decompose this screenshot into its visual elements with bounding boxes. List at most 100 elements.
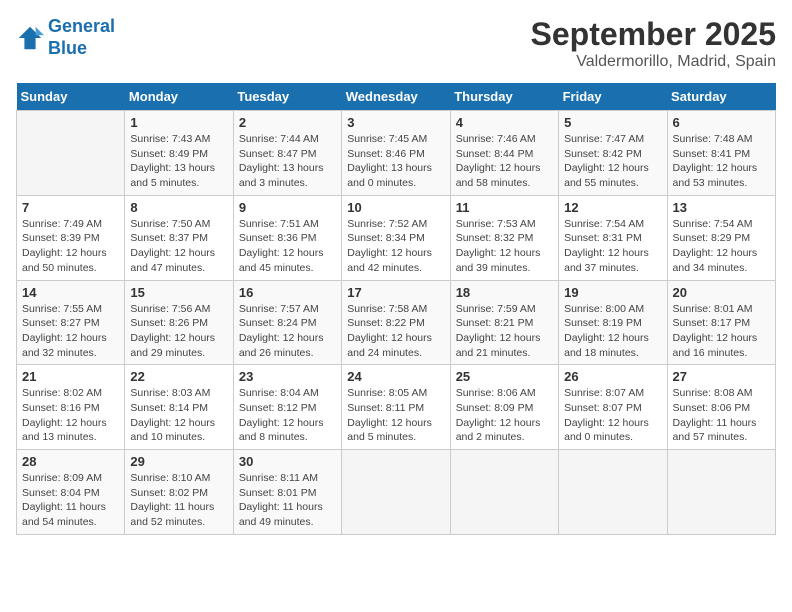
- day-number: 21: [22, 369, 119, 384]
- day-number: 30: [239, 454, 336, 469]
- day-number: 15: [130, 285, 227, 300]
- day-info: Sunrise: 8:08 AMSunset: 8:06 PMDaylight:…: [673, 386, 770, 445]
- day-info: Sunrise: 7:49 AMSunset: 8:39 PMDaylight:…: [22, 217, 119, 276]
- day-number: 5: [564, 115, 661, 130]
- calendar-cell: [450, 450, 558, 535]
- calendar-cell: 1Sunrise: 7:43 AMSunset: 8:49 PMDaylight…: [125, 111, 233, 196]
- calendar-cell: 29 Sunrise: 8:10 AMSunset: 8:02 PMDayligh…: [125, 450, 233, 535]
- day-info: Sunrise: 7:48 AMSunset: 8:41 PMDaylight:…: [673, 132, 770, 191]
- day-info: Sunrise: 8:11 AMSunset: 8:01 PMDaylight:…: [239, 471, 336, 530]
- day-info: Sunrise: 7:56 AMSunset: 8:26 PMDaylight:…: [130, 302, 227, 361]
- day-info: Sunrise: 7:57 AMSunset: 8:24 PMDaylight:…: [239, 302, 336, 361]
- calendar-cell: 30 Sunrise: 8:11 AMSunset: 8:01 PMDayligh…: [233, 450, 341, 535]
- day-number: 8: [130, 200, 227, 215]
- calendar-cell: [342, 450, 450, 535]
- calendar-cell: 28Sunrise: 8:09 AMSunset: 8:04 PMDayligh…: [17, 450, 125, 535]
- day-number: 3: [347, 115, 444, 130]
- calendar-table: SundayMondayTuesdayWednesdayThursdayFrid…: [16, 83, 776, 535]
- calendar-cell: 21 Sunrise: 8:02 AMSunset: 8:16 PMDayligh…: [17, 365, 125, 450]
- day-number: 10: [347, 200, 444, 215]
- day-number: 26: [564, 369, 661, 384]
- day-info: Sunrise: 8:03 AMSunset: 8:14 PMDaylight:…: [130, 386, 227, 445]
- calendar-week-3: 14 Sunrise: 7:55 AMSunset: 8:27 PMDayligh…: [17, 280, 776, 365]
- day-number: 2: [239, 115, 336, 130]
- weekday-header-thursday: Thursday: [450, 83, 558, 111]
- day-number: 22: [130, 369, 227, 384]
- day-number: 14: [22, 285, 119, 300]
- month-title: September 2025: [531, 16, 776, 53]
- logo-text: General Blue: [48, 16, 115, 59]
- day-info: Sunrise: 7:44 AMSunset: 8:47 PMDaylight:…: [239, 132, 336, 191]
- day-info: Sunrise: 7:54 AMSunset: 8:31 PMDaylight:…: [564, 217, 661, 276]
- calendar-cell: 9 Sunrise: 7:51 AMSunset: 8:36 PMDaylight…: [233, 195, 341, 280]
- day-number: 9: [239, 200, 336, 215]
- day-info: Sunrise: 7:55 AMSunset: 8:27 PMDaylight:…: [22, 302, 119, 361]
- calendar-cell: 23 Sunrise: 8:04 AMSunset: 8:12 PMDayligh…: [233, 365, 341, 450]
- calendar-cell: 16 Sunrise: 7:57 AMSunset: 8:24 PMDayligh…: [233, 280, 341, 365]
- weekday-header-monday: Monday: [125, 83, 233, 111]
- day-number: 11: [456, 200, 553, 215]
- calendar-cell: 27 Sunrise: 8:08 AMSunset: 8:06 PMDayligh…: [667, 365, 775, 450]
- calendar-cell: [17, 111, 125, 196]
- calendar-cell: [559, 450, 667, 535]
- day-info: Sunrise: 8:10 AMSunset: 8:02 PMDaylight:…: [130, 471, 227, 530]
- logo: General Blue: [16, 16, 115, 59]
- calendar-cell: 22 Sunrise: 8:03 AMSunset: 8:14 PMDayligh…: [125, 365, 233, 450]
- calendar-cell: 2 Sunrise: 7:44 AMSunset: 8:47 PMDaylight…: [233, 111, 341, 196]
- calendar-week-1: 1Sunrise: 7:43 AMSunset: 8:49 PMDaylight…: [17, 111, 776, 196]
- page-header: General Blue September 2025 Valdermorill…: [16, 16, 776, 71]
- day-number: 16: [239, 285, 336, 300]
- day-info: Sunrise: 7:46 AMSunset: 8:44 PMDaylight:…: [456, 132, 553, 191]
- day-info: Sunrise: 7:52 AMSunset: 8:34 PMDaylight:…: [347, 217, 444, 276]
- day-number: 17: [347, 285, 444, 300]
- title-block: September 2025 Valdermorillo, Madrid, Sp…: [531, 16, 776, 71]
- calendar-cell: 15 Sunrise: 7:56 AMSunset: 8:26 PMDayligh…: [125, 280, 233, 365]
- day-info: Sunrise: 8:00 AMSunset: 8:19 PMDaylight:…: [564, 302, 661, 361]
- logo-icon: [16, 24, 44, 52]
- day-number: 4: [456, 115, 553, 130]
- day-number: 12: [564, 200, 661, 215]
- weekday-header-tuesday: Tuesday: [233, 83, 341, 111]
- day-number: 1: [130, 115, 227, 130]
- calendar-cell: 11 Sunrise: 7:53 AMSunset: 8:32 PMDayligh…: [450, 195, 558, 280]
- day-info: Sunrise: 8:02 AMSunset: 8:16 PMDaylight:…: [22, 386, 119, 445]
- calendar-week-4: 21 Sunrise: 8:02 AMSunset: 8:16 PMDayligh…: [17, 365, 776, 450]
- day-number: 24: [347, 369, 444, 384]
- day-info: Sunrise: 7:54 AMSunset: 8:29 PMDaylight:…: [673, 217, 770, 276]
- calendar-cell: 26Sunrise: 8:07 AMSunset: 8:07 PMDayligh…: [559, 365, 667, 450]
- weekday-header-friday: Friday: [559, 83, 667, 111]
- calendar-cell: 4 Sunrise: 7:46 AMSunset: 8:44 PMDaylight…: [450, 111, 558, 196]
- calendar-cell: 13Sunrise: 7:54 AMSunset: 8:29 PMDayligh…: [667, 195, 775, 280]
- day-number: 28: [22, 454, 119, 469]
- day-info: Sunrise: 8:06 AMSunset: 8:09 PMDaylight:…: [456, 386, 553, 445]
- day-number: 19: [564, 285, 661, 300]
- day-info: Sunrise: 7:50 AMSunset: 8:37 PMDaylight:…: [130, 217, 227, 276]
- weekday-header-sunday: Sunday: [17, 83, 125, 111]
- day-info: Sunrise: 7:51 AMSunset: 8:36 PMDaylight:…: [239, 217, 336, 276]
- weekday-header-saturday: Saturday: [667, 83, 775, 111]
- calendar-cell: 18 Sunrise: 7:59 AMSunset: 8:21 PMDayligh…: [450, 280, 558, 365]
- day-number: 27: [673, 369, 770, 384]
- day-info: Sunrise: 7:59 AMSunset: 8:21 PMDaylight:…: [456, 302, 553, 361]
- day-number: 29: [130, 454, 227, 469]
- day-number: 23: [239, 369, 336, 384]
- day-number: 18: [456, 285, 553, 300]
- day-info: Sunrise: 7:53 AMSunset: 8:32 PMDaylight:…: [456, 217, 553, 276]
- calendar-week-2: 7 Sunrise: 7:49 AMSunset: 8:39 PMDaylight…: [17, 195, 776, 280]
- calendar-cell: 12 Sunrise: 7:54 AMSunset: 8:31 PMDayligh…: [559, 195, 667, 280]
- calendar-cell: 19 Sunrise: 8:00 AMSunset: 8:19 PMDayligh…: [559, 280, 667, 365]
- calendar-cell: 20Sunrise: 8:01 AMSunset: 8:17 PMDayligh…: [667, 280, 775, 365]
- calendar-cell: 10 Sunrise: 7:52 AMSunset: 8:34 PMDayligh…: [342, 195, 450, 280]
- day-info: Sunrise: 8:04 AMSunset: 8:12 PMDaylight:…: [239, 386, 336, 445]
- day-info: Sunrise: 7:47 AMSunset: 8:42 PMDaylight:…: [564, 132, 661, 191]
- location: Valdermorillo, Madrid, Spain: [531, 53, 776, 71]
- calendar-cell: 17Sunrise: 7:58 AMSunset: 8:22 PMDayligh…: [342, 280, 450, 365]
- calendar-cell: 14 Sunrise: 7:55 AMSunset: 8:27 PMDayligh…: [17, 280, 125, 365]
- weekday-header-wednesday: Wednesday: [342, 83, 450, 111]
- day-number: 7: [22, 200, 119, 215]
- calendar-cell: 7 Sunrise: 7:49 AMSunset: 8:39 PMDaylight…: [17, 195, 125, 280]
- calendar-cell: 3Sunrise: 7:45 AMSunset: 8:46 PMDaylight…: [342, 111, 450, 196]
- calendar-cell: 6Sunrise: 7:48 AMSunset: 8:41 PMDaylight…: [667, 111, 775, 196]
- calendar-cell: 5 Sunrise: 7:47 AMSunset: 8:42 PMDaylight…: [559, 111, 667, 196]
- calendar-cell: 8 Sunrise: 7:50 AMSunset: 8:37 PMDaylight…: [125, 195, 233, 280]
